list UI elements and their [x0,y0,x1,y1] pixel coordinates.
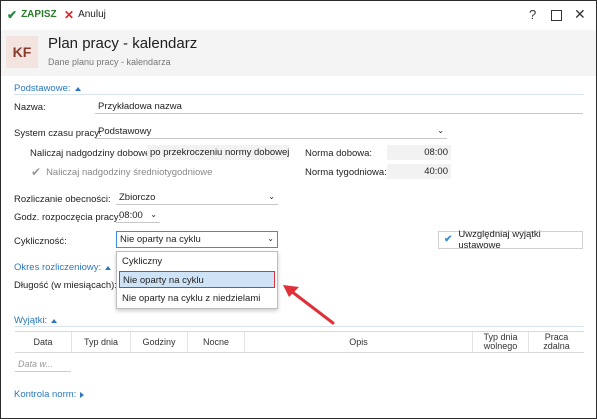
section-norm-control-label: Kontrola norm: [14,389,77,400]
statutory-exceptions-label: Uwzględniaj wyjątki ustawowe [458,229,541,251]
maximize-icon[interactable] [551,10,562,21]
window: ✔ ZAPISZ ✕ Anuluj ? ✕ KF Plan pracy - ka… [0,0,597,419]
section-norm-control[interactable]: Kontrola norm: [14,389,85,400]
chevron-down-icon: ⌄ [267,234,274,243]
chevron-down-icon: ⌄ [437,126,444,135]
cancel-button[interactable]: ✕ Anuluj [64,7,106,22]
section-basic-label: Podstawowe: [14,83,71,94]
norm-weekly-field: 40:00 [387,164,451,179]
section-exceptions-label: Wyjątki: [14,315,48,326]
length-label: Długość (w miesiącach): [14,280,117,291]
window-close-icon[interactable]: ✕ [574,6,586,23]
chevron-down-icon: ⌄ [268,192,275,201]
column-header[interactable]: Opis [245,332,473,352]
collapse-icon [74,86,81,91]
avatar: KF [6,36,38,68]
section-basic[interactable]: Podstawowe: [14,83,81,94]
overtime-daily-label: Naliczaj nadgodziny dobowe: [30,148,154,159]
cancel-label: Anuluj [78,9,106,20]
cyclic-dropdown-list: Cykliczny Nie oparty na cyklu Nie oparty… [116,251,278,309]
dropdown-option[interactable]: Nie oparty na cyklu z niedzielami [119,290,275,307]
page-title: Plan pracy - kalendarz [48,35,198,52]
expand-icon [80,391,85,398]
close-x-icon: ✕ [64,7,75,22]
attendance-label: Rozliczanie obecności: [14,194,111,205]
check-icon: ✔ [444,234,453,245]
name-field[interactable]: Przykładowa nazwa [95,99,583,114]
system-label: System czasu pracy: [14,128,102,139]
system-value: Podstawowy [98,126,152,137]
page-header: KF Plan pracy - kalendarz Dane planu pra… [1,30,596,76]
collapse-icon [105,265,112,270]
check-icon: ✔ [31,165,42,179]
check-icon: ✔ [7,7,18,22]
page-subtitle: Dane planu pracy - kalendarza [48,57,171,67]
date-filter-input[interactable]: Data w... [15,357,71,372]
dropdown-option[interactable]: Cykliczny [119,253,275,270]
norm-daily-label: Norma dobowa: [305,148,373,159]
column-header[interactable]: Praca zdalna [529,332,584,352]
chevron-down-icon: ⌄ [150,210,157,219]
callout-arrow [283,285,335,325]
overtime-weekly-checkbox[interactable]: ✔ Naliczaj nadgodziny średniotygodniowe [31,165,212,179]
name-label: Nazwa: [14,102,46,113]
save-label: ZAPISZ [21,9,57,20]
cyclic-select[interactable]: Nie oparty na cyklu ⌄ [116,231,278,248]
attendance-select[interactable]: Zbiorczo ⌄ [116,190,278,205]
statutory-exceptions-button[interactable]: ✔ Uwzględniaj wyjątki ustawowe [438,229,583,251]
cyclic-value: Nie oparty na cyklu [120,234,201,245]
column-header[interactable]: Nocne [188,332,245,352]
column-header[interactable]: Data [15,332,72,352]
toolbar: ✔ ZAPISZ ✕ Anuluj ? ✕ [1,1,596,30]
attendance-value: Zbiorczo [119,192,156,203]
collapse-icon [51,318,58,323]
table-header: Data Typ dnia Godziny Nocne Opis Typ dni… [15,331,584,353]
column-header[interactable]: Godziny [131,332,188,352]
cyclic-label: Cykliczność: [14,236,67,247]
norm-daily-field: 08:00 [387,145,451,160]
overtime-weekly-label: Naliczaj nadgodziny średniotygodniowe [46,166,213,178]
column-header[interactable]: Typ dnia wolnego [473,332,529,352]
divider [14,94,584,95]
norm-weekly-label: Norma tygodniowa: [305,167,387,178]
column-header[interactable]: Typ dnia [72,332,131,352]
section-period[interactable]: Okres rozliczeniowy: [14,262,112,273]
start-time-label: Godz. rozpoczęcia pracy: [14,212,122,223]
system-select[interactable]: Podstawowy ⌄ [95,124,447,139]
start-time-value: 08:00 [119,210,143,221]
section-period-label: Okres rozliczeniowy: [14,262,102,273]
section-exceptions[interactable]: Wyjątki: [14,315,58,326]
overtime-daily-field: po przekroczeniu normy dobowej [147,145,289,160]
save-button[interactable]: ✔ ZAPISZ [7,7,57,22]
start-time-select[interactable]: 08:00 ⌄ [116,208,160,223]
help-icon[interactable]: ? [529,7,536,22]
dropdown-option-selected[interactable]: Nie oparty na cyklu [119,271,275,288]
